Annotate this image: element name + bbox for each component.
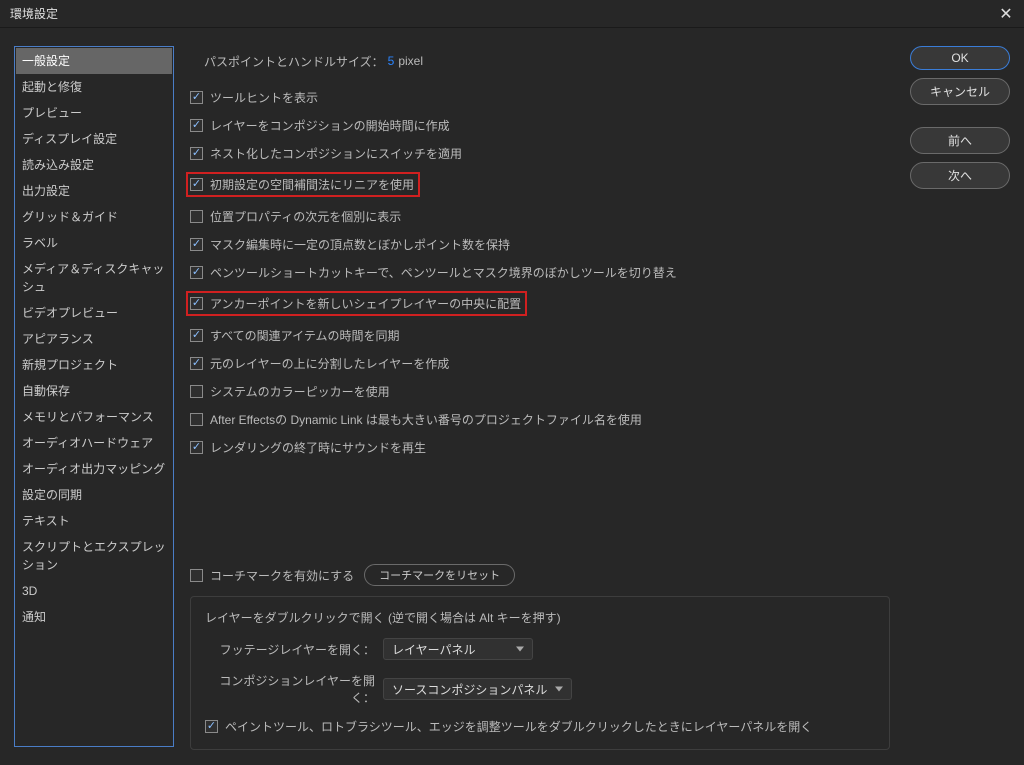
sidebar-item-2[interactable]: プレビュー [16,100,172,126]
sidebar-item-9[interactable]: ビデオプレビュー [16,300,172,326]
sidebar-item-4[interactable]: 読み込み設定 [16,152,172,178]
next-button[interactable]: 次へ [910,162,1010,189]
option-label-5: マスク編集時に一定の頂点数とぼかしポイント数を保持 [210,236,510,253]
sidebar-item-20[interactable]: 通知 [16,604,172,630]
option-label-6: ペンツールショートカットキーで、ペンツールとマスク境界のぼかしツールを切り替え [210,264,677,281]
option-checkbox-11[interactable] [190,413,203,426]
sidebar-item-7[interactable]: ラベル [16,230,172,256]
sidebar-item-3[interactable]: ディスプレイ設定 [16,126,172,152]
option-checkbox-6[interactable] [190,266,203,279]
option-label-12: レンダリングの終了時にサウンドを再生 [210,439,426,456]
path-size-label: パスポイントとハンドルサイズ： [204,53,384,70]
sidebar-item-16[interactable]: 設定の同期 [16,482,172,508]
comp-layer-label: コンポジションレイヤーを開く： [205,672,375,706]
sidebar-item-10[interactable]: アピアランス [16,326,172,352]
cancel-button[interactable]: キャンセル [910,78,1010,105]
sidebar-item-5[interactable]: 出力設定 [16,178,172,204]
option-label-10: システムのカラーピッカーを使用 [210,383,390,400]
option-checkbox-4[interactable] [190,210,203,223]
sidebar-item-13[interactable]: メモリとパフォーマンス [16,404,172,430]
footage-layer-select[interactable]: レイヤーパネル [383,638,533,660]
comp-layer-select[interactable]: ソースコンポジションパネル [383,678,572,700]
path-size-value[interactable]: 5 [388,54,395,68]
option-label-9: 元のレイヤーの上に分割したレイヤーを作成 [210,355,449,372]
paint-tool-checkbox[interactable] [205,720,218,733]
sidebar-item-1[interactable]: 起動と修復 [16,74,172,100]
option-label-0: ツールヒントを表示 [210,89,318,106]
ok-button[interactable]: OK [910,46,1010,70]
sidebar-item-11[interactable]: 新規プロジェクト [16,352,172,378]
group-title: レイヤーをダブルクリックで開く (逆で開く場合は Alt キーを押す) [205,609,875,626]
option-label-1: レイヤーをコンポジションの開始時間に作成 [210,117,450,134]
settings-panel: パスポイントとハンドルサイズ： 5 pixel ツールヒントを表示レイヤーをコン… [188,46,892,747]
sidebar-item-18[interactable]: スクリプトとエクスプレッション [16,534,172,578]
sidebar-item-15[interactable]: オーディオ出力マッピング [16,456,172,482]
option-checkbox-2[interactable] [190,147,203,160]
option-checkbox-9[interactable] [190,357,203,370]
close-icon[interactable]: ✕ [994,2,1018,26]
option-checkbox-8[interactable] [190,329,203,342]
option-label-4: 位置プロパティの次元を個別に表示 [210,208,401,225]
option-label-7: アンカーポイントを新しいシェイプレイヤーの中央に配置 [210,295,521,312]
option-checkbox-5[interactable] [190,238,203,251]
sidebar-item-17[interactable]: テキスト [16,508,172,534]
sidebar-item-19[interactable]: 3D [16,578,172,604]
option-checkbox-0[interactable] [190,91,203,104]
option-checkbox-7[interactable] [190,297,203,310]
sidebar-item-12[interactable]: 自動保存 [16,378,172,404]
reset-coach-marks-button[interactable]: コーチマークをリセット [364,564,515,586]
option-checkbox-1[interactable] [190,119,203,132]
option-checkbox-12[interactable] [190,441,203,454]
sidebar-item-8[interactable]: メディア＆ディスクキャッシュ [16,256,172,300]
footage-layer-label: フッテージレイヤーを開く： [205,641,375,658]
option-checkbox-10[interactable] [190,385,203,398]
double-click-group: レイヤーをダブルクリックで開く (逆で開く場合は Alt キーを押す) フッテー… [190,596,890,750]
option-checkbox-3[interactable] [190,178,203,191]
sidebar-item-14[interactable]: オーディオハードウェア [16,430,172,456]
path-size-unit: pixel [398,54,423,68]
prev-button[interactable]: 前へ [910,127,1010,154]
dialog-title: 環境設定 [10,5,58,22]
option-label-8: すべての関連アイテムの時間を同期 [210,327,399,344]
coach-marks-label: コーチマークを有効にする [210,567,354,584]
option-label-11: After Effectsの Dynamic Link は最も大きい番号のプロジ… [210,411,642,428]
coach-marks-checkbox[interactable] [190,569,203,582]
category-sidebar: 一般設定起動と修復プレビューディスプレイ設定読み込み設定出力設定グリッド＆ガイド… [14,46,174,747]
sidebar-item-0[interactable]: 一般設定 [16,48,172,74]
option-label-3: 初期設定の空間補間法にリニアを使用 [210,176,414,193]
sidebar-item-6[interactable]: グリッド＆ガイド [16,204,172,230]
option-label-2: ネスト化したコンポジションにスイッチを適用 [210,145,462,162]
paint-tool-label: ペイントツール、ロトブラシツール、エッジを調整ツールをダブルクリックしたときにレ… [225,718,812,735]
